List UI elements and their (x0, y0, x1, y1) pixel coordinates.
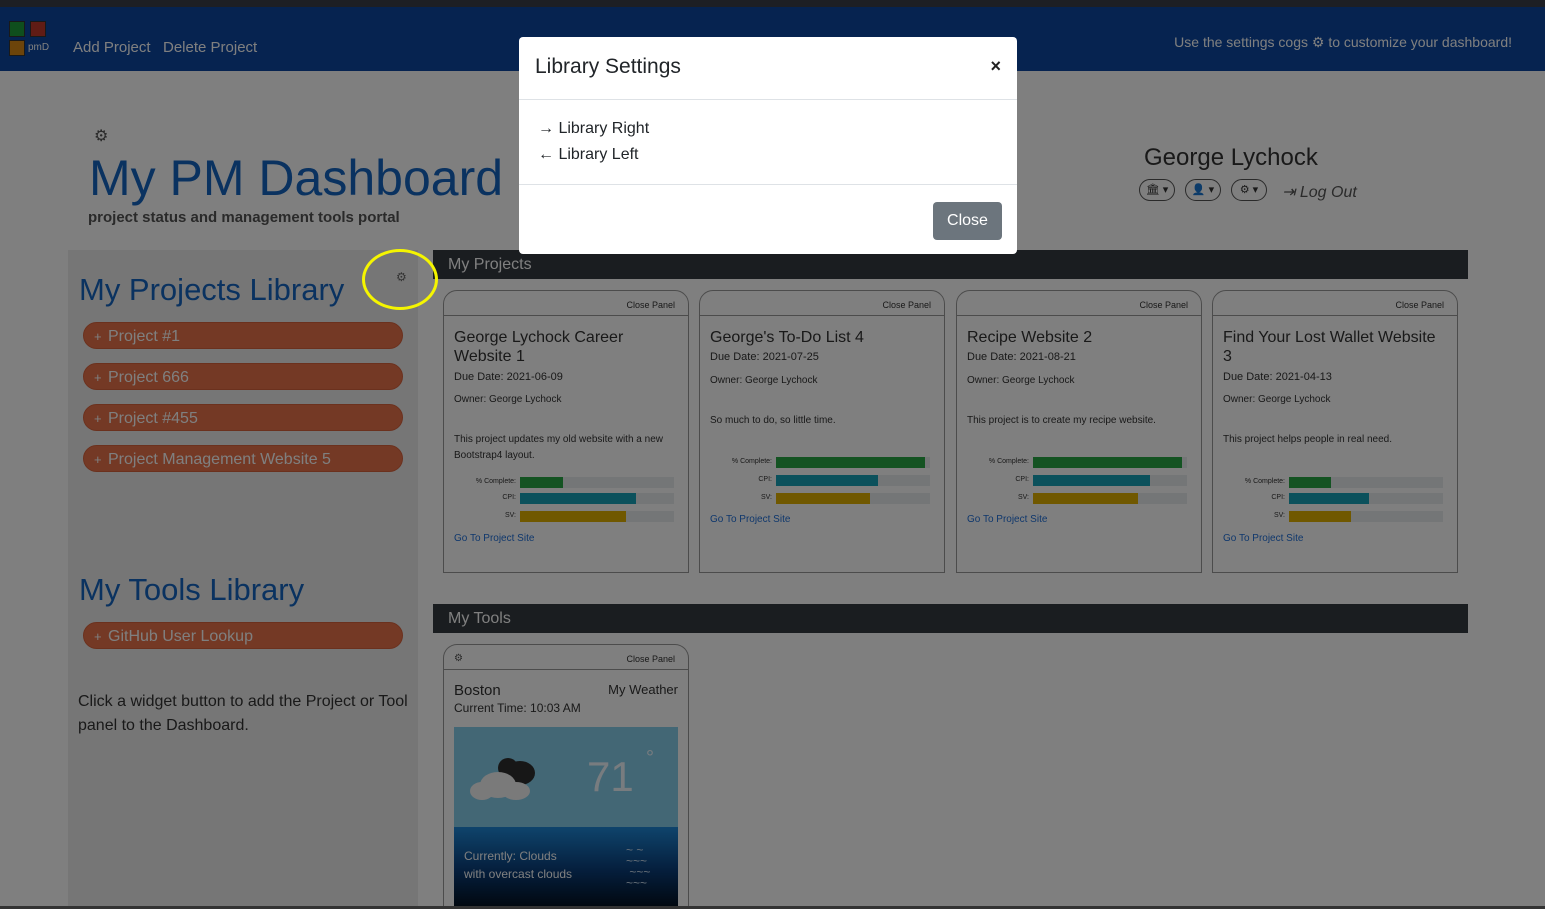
library-left-option[interactable]: ← Library Left (538, 146, 638, 164)
library-settings-modal: Library Settings × → Library Right ← Lib… (519, 37, 1017, 254)
modal-close-button[interactable]: Close (933, 202, 1002, 240)
modal-footer: Close (519, 184, 1017, 254)
highlight-circle (362, 249, 438, 310)
library-right-option[interactable]: → Library Right (538, 120, 649, 138)
modal-close-x-icon[interactable]: × (990, 56, 1001, 77)
modal-title: Library Settings (535, 55, 681, 78)
modal-header: Library Settings × (519, 37, 1017, 100)
screen: pmD Add Project Delete Project Use the s… (0, 0, 1545, 909)
